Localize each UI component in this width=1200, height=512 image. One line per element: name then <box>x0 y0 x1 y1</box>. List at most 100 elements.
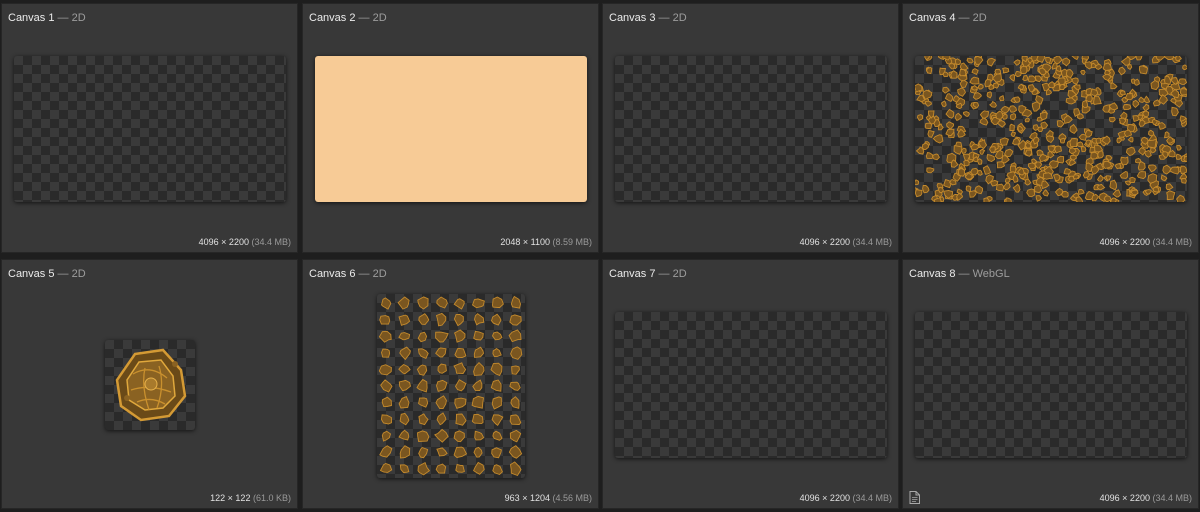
sprite-blob <box>1071 56 1079 61</box>
canvas-memory-size: (34.4 MB) <box>852 493 892 503</box>
sprite-blob <box>942 86 950 94</box>
canvas-card-4[interactable]: Canvas 4 — 2D 4096 × 2200 (34.4 MB) <box>902 3 1199 253</box>
context-type: WebGL <box>972 268 1010 280</box>
sprite-blob <box>1082 170 1090 179</box>
sprite-blob <box>1053 173 1061 182</box>
sprite-blob <box>1120 156 1129 166</box>
sprite-blob <box>1009 123 1015 131</box>
canvas-card-1[interactable]: Canvas 1 — 2D 4096 × 2200 (34.4 MB) <box>1 3 298 253</box>
sprite-blob <box>1151 118 1158 126</box>
sprite-blob <box>508 329 522 343</box>
sprite-blob <box>922 89 933 101</box>
sprite-blob <box>1122 104 1132 111</box>
sprite-blob <box>418 397 429 408</box>
sprite-blob <box>509 429 522 443</box>
canvas-preview[interactable] <box>315 56 587 202</box>
canvas-preview[interactable] <box>14 56 286 202</box>
sprite-blob <box>417 461 431 476</box>
sprite-blob <box>1095 137 1102 144</box>
sprite-blob <box>1022 75 1029 82</box>
sprite-blob <box>418 413 429 426</box>
sprite-blob <box>509 381 521 391</box>
sprite-blob <box>932 153 940 161</box>
sprite-blob <box>1005 197 1012 202</box>
sprite-blob <box>921 142 930 150</box>
sprite-blob <box>398 379 412 392</box>
document-icon[interactable] <box>909 491 920 504</box>
sprite-blob <box>1105 175 1112 181</box>
sprite-blob <box>999 137 1009 146</box>
sprite-blob <box>1147 138 1157 149</box>
sprite-blob <box>1008 105 1018 113</box>
canvas-preview[interactable] <box>615 312 887 458</box>
canvas-memory-size: (34.4 MB) <box>1152 237 1192 247</box>
sprite-blob <box>1085 94 1093 102</box>
sprite-blob <box>971 68 979 75</box>
canvas-preview[interactable] <box>377 294 525 478</box>
sprite-blob <box>925 151 934 160</box>
sprite-blob <box>1116 137 1122 144</box>
sprite-blob <box>984 78 992 88</box>
canvas-memory-size: (34.4 MB) <box>251 237 291 247</box>
canvas-card-5[interactable]: Canvas 5 — 2D 122 × 122 (61.0 KB) <box>1 259 298 509</box>
sprite-blob <box>992 82 1000 89</box>
sprite-blob <box>1002 182 1011 191</box>
sprite-blob <box>950 159 959 168</box>
canvas-card-2[interactable]: Canvas 2 — 2D 2048 × 1100 (8.59 MB) <box>302 3 599 253</box>
sprite-blob <box>435 463 447 474</box>
sprite-blob <box>490 379 502 392</box>
sprite-blob <box>1144 149 1152 158</box>
canvas-footer: 4096 × 2200 (34.4 MB) <box>199 237 291 247</box>
sprite-blob <box>1144 189 1152 195</box>
sprite-blob <box>471 413 484 425</box>
sprite-blob <box>473 461 485 475</box>
canvas-preview[interactable] <box>915 56 1187 202</box>
canvas-card-7[interactable]: Canvas 7 — 2D 4096 × 2200 (34.4 MB) <box>602 259 899 509</box>
sprite-blob <box>1179 165 1187 174</box>
sprite-blob <box>418 446 429 459</box>
sprite-blob <box>1090 151 1099 160</box>
canvas-name: Canvas 7 <box>609 268 656 280</box>
sprite-blob <box>1069 123 1078 134</box>
canvas-title: Canvas 2 — 2D <box>309 12 387 24</box>
sprite-blob <box>380 297 392 310</box>
canvas-preview[interactable] <box>915 312 1187 458</box>
sprite-blob <box>938 186 944 194</box>
sprite-blob <box>1135 56 1143 61</box>
canvas-card-6[interactable]: Canvas 6 — 2D 963 × 1204 (4.56 MB) <box>302 259 599 509</box>
sprite-blob <box>455 413 467 426</box>
sprite-blob <box>1176 144 1182 151</box>
sprite-blob <box>509 314 522 326</box>
canvas-footer: 4096 × 2200 (34.4 MB) <box>1100 493 1192 503</box>
canvas-dimensions: 4096 × 2200 <box>198 237 249 247</box>
sprite-blob <box>1017 83 1025 91</box>
canvas-preview[interactable] <box>615 56 887 202</box>
sprite-blob <box>954 58 961 66</box>
sprite-blob <box>943 179 952 189</box>
sprite-blob <box>1012 137 1020 145</box>
sprite-blob <box>1078 133 1087 141</box>
canvas-card-3[interactable]: Canvas 3 — 2D 4096 × 2200 (34.4 MB) <box>602 3 899 253</box>
sprite-blob <box>1054 145 1063 154</box>
sprite-blob <box>995 183 1005 192</box>
sprite-blob <box>924 100 933 107</box>
sprite-blob <box>1169 166 1180 175</box>
canvas-preview[interactable] <box>105 340 195 430</box>
sprite-blob <box>453 313 464 327</box>
canvas-card-8[interactable]: Canvas 8 — WebGL 4096 × 2200 (34.4 MB) <box>902 259 1199 509</box>
sprite-blob <box>986 153 996 162</box>
sprite-blob <box>957 87 966 97</box>
sprite-blob <box>1148 164 1157 173</box>
sprite-blob <box>1118 117 1126 125</box>
sprite-blob <box>915 146 925 155</box>
sprite-blob <box>979 117 989 126</box>
sprite-blob <box>474 313 485 326</box>
canvas-dimensions: 963 × 1204 <box>504 493 550 503</box>
sprite-blob <box>378 364 392 376</box>
sprite-sheet-art <box>378 295 523 477</box>
sprite-blob <box>417 296 429 310</box>
canvas-footer: 4096 × 2200 (34.4 MB) <box>800 493 892 503</box>
sprite-blob <box>948 63 956 70</box>
context-type: 2D <box>672 268 687 280</box>
sprite-blob <box>436 412 447 426</box>
